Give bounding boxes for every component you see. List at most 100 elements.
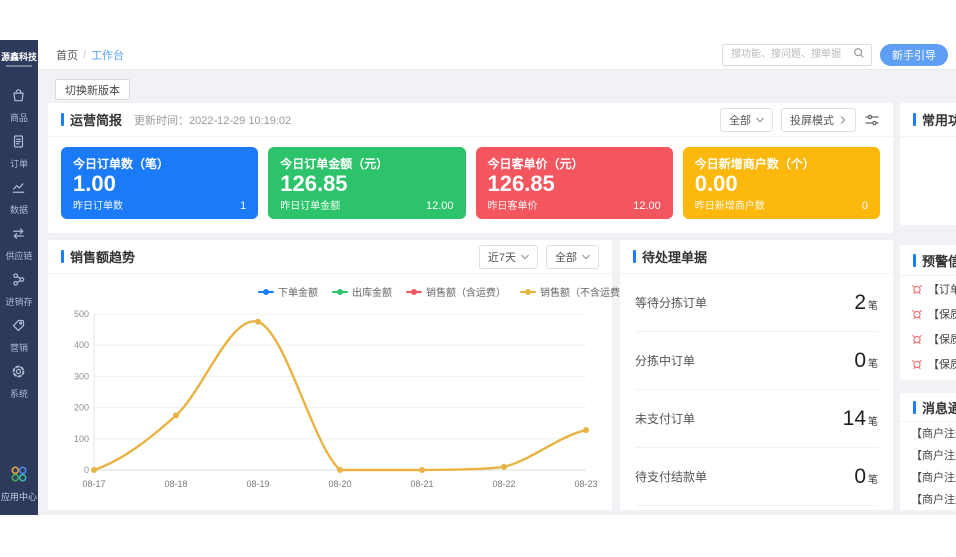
switch-version-button[interactable]: 切换新版本: [55, 79, 130, 100]
message-item[interactable]: 【商户注册】: [900, 422, 956, 444]
common-title: 常用功能: [922, 110, 956, 129]
search-icon[interactable]: [853, 46, 865, 64]
alarm-icon: [911, 308, 923, 320]
brief-scope-value: 全部: [729, 112, 751, 128]
message-text: 【商户注册】: [911, 491, 956, 507]
stat-card-title: 今日订单金额（元）: [280, 155, 453, 172]
legend-label: 销售额（含运费）: [426, 284, 506, 299]
sidebar-item-inventory[interactable]: 进销存: [5, 271, 32, 308]
newbie-guide-button[interactable]: 新手引导: [880, 44, 948, 66]
four-circles-icon: [10, 465, 28, 488]
operations-brief-panel: 运营简报 更新时间：2022-12-29 10:19:02 全部 投屏模式: [48, 103, 893, 233]
pending-row-unpaid-orders[interactable]: 未支付订单 14笔: [635, 390, 878, 448]
sales-title: 销售额趋势: [70, 247, 135, 266]
alert-item[interactable]: 【保质期】: [900, 351, 956, 376]
common-functions-panel: 常用功能: [900, 103, 956, 225]
stat-card-sub-value: 12.00: [633, 200, 661, 212]
sidebar-item-system[interactable]: 系统: [10, 363, 28, 400]
messages-title: 消息通知: [922, 398, 956, 417]
svg-text:200: 200: [74, 403, 89, 413]
stat-card-sub-value: 12.00: [426, 200, 454, 212]
title-accent-bar: [61, 250, 64, 263]
pending-row-label: 待支付结款单: [635, 468, 707, 485]
order-doc-icon: [10, 133, 27, 155]
brief-title-row: 运营简报 更新时间：2022-12-29 10:19:02 全部 投屏模式: [48, 103, 893, 137]
sidebar-item-marketing[interactable]: 营销: [10, 317, 28, 354]
range-select-value: 近7天: [488, 249, 516, 265]
cast-mode-button[interactable]: 投屏模式: [781, 108, 856, 132]
sidebar-item-goods[interactable]: 商品: [10, 87, 28, 124]
chevron-down-icon: [521, 253, 529, 261]
message-text: 【商户注册】: [911, 425, 956, 441]
search-input[interactable]: [729, 48, 853, 61]
message-text: 【商户注册】: [911, 469, 956, 485]
stat-cards: 今日订单数（笔） 1.00 昨日订单数1 今日订单金额（元） 126.85 昨日…: [61, 147, 880, 219]
message-item[interactable]: 【商户注册】: [900, 488, 956, 510]
sales-scope-select[interactable]: 全部: [546, 245, 599, 269]
svg-text:08-21: 08-21: [410, 479, 433, 489]
line-chart-icon: [10, 179, 27, 201]
search-box[interactable]: [722, 44, 872, 66]
pending-row-awaiting-sorting[interactable]: 等待分拣订单 2笔: [635, 274, 878, 332]
topbar-right: 新手引导: [722, 44, 948, 66]
legend-label: 下单金额: [278, 284, 318, 299]
sidebar-item-data[interactable]: 数据: [10, 179, 28, 216]
dashboard-page: 源鑫科技 商品 订单 数据 供应链 进销存: [0, 0, 956, 557]
message-notice-panel: 消息通知 【商户注册】 【商户注册】 【商户注册】 【商户注册】: [900, 393, 956, 510]
topbar: 首页 / 工作台 新手引导: [38, 40, 956, 70]
stat-card-value: 126.85: [488, 172, 661, 196]
legend-item-sales-with-shipping[interactable]: 销售额（含运费）: [406, 284, 506, 299]
legend-marker: [406, 289, 422, 295]
title-accent-bar: [913, 401, 916, 414]
alert-item[interactable]: 【保质期】: [900, 301, 956, 326]
alarm-icon: [911, 358, 923, 370]
sidebar-item-app-center[interactable]: 应用中心: [1, 465, 37, 503]
stat-card-sub-label: 昨日订单金额: [280, 197, 340, 212]
stat-card-today-order-amount: 今日订单金额（元） 126.85 昨日订单金额 12.00: [268, 147, 465, 219]
svg-text:500: 500: [74, 309, 89, 319]
sidebar-item-supply-chain[interactable]: 供应链: [5, 225, 32, 262]
legend-item-sales-without-shipping[interactable]: 销售额（不含运费）: [520, 284, 630, 299]
pending-documents-panel: 待处理单据 等待分拣订单 2笔 分拣中订单 0笔 未支付订单 14笔 待支付结款…: [620, 240, 893, 510]
tune-icon[interactable]: [864, 112, 880, 128]
alert-item[interactable]: 【保质期】: [900, 326, 956, 351]
alert-item[interactable]: 【订单】: [900, 276, 956, 301]
title-accent-bar: [913, 254, 916, 267]
panel-title: 预警信息: [913, 251, 956, 270]
pending-row-sorting[interactable]: 分拣中订单 0笔: [635, 332, 878, 390]
pending-row-unit: 笔: [868, 471, 878, 486]
sidebar-item-orders[interactable]: 订单: [10, 133, 28, 170]
sidebar-item-label: 进销存: [5, 295, 32, 308]
brief-scope-select[interactable]: 全部: [720, 108, 773, 132]
pending-row-unit: 笔: [868, 413, 878, 428]
pending-row-unpaid-settlement[interactable]: 待支付结款单 0笔: [635, 448, 878, 506]
sales-trend-chart: 010020030040050008-1708-1808-1908-2008-2…: [62, 306, 598, 501]
stat-card-today-avg-price: 今日客单价（元） 126.85 昨日客单价12.00: [476, 147, 673, 219]
stat-card-sub-label: 昨日订单数: [73, 197, 123, 212]
logo: 源鑫科技: [1, 50, 37, 63]
message-item[interactable]: 【商户注册】: [900, 466, 956, 488]
sidebar-item-label: 营销: [10, 341, 28, 354]
warning-info-panel: 预警信息 【订单】 【保质期】 【保质期】 【保质期】: [900, 245, 956, 380]
legend-marker: [332, 289, 348, 295]
breadcrumb-home[interactable]: 首页: [56, 47, 78, 63]
stat-card-value: 126.85: [280, 172, 453, 196]
common-title-row: 常用功能: [900, 103, 956, 137]
pending-title: 待处理单据: [642, 247, 707, 266]
message-item[interactable]: 【商户注册】: [900, 444, 956, 466]
price-tag-icon: [10, 317, 27, 339]
title-accent-bar: [61, 113, 64, 126]
pending-row-value: 2: [854, 291, 866, 315]
legend-item-outbound-amount[interactable]: 出库金额: [332, 284, 392, 299]
svg-text:08-19: 08-19: [246, 479, 269, 489]
stat-card-value: 1.00: [73, 172, 246, 196]
stat-card-title: 今日客单价（元）: [488, 155, 661, 172]
range-select[interactable]: 近7天: [479, 245, 538, 269]
sidebar-item-label: 订单: [10, 157, 28, 170]
pending-row-label: 分拣中订单: [635, 352, 695, 369]
legend-item-order-amount[interactable]: 下单金额: [258, 284, 318, 299]
alarm-icon: [911, 283, 923, 295]
chevron-down-icon: [582, 253, 590, 261]
panel-title: 销售额趋势: [61, 247, 135, 266]
svg-text:100: 100: [74, 434, 89, 444]
